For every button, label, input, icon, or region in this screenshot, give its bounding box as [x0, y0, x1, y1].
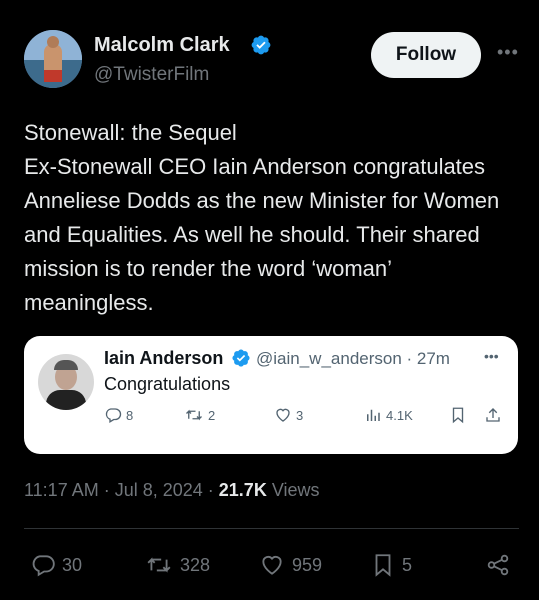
bookmark-button[interactable]: 5: [370, 552, 412, 578]
quoted-more-icon[interactable]: •••: [484, 348, 499, 364]
tweet-timestamp[interactable]: 11:17 AM · Jul 8, 2024 ·: [24, 480, 219, 500]
bookmark-icon: [375, 554, 391, 577]
views-count: 21.7K: [218, 480, 267, 500]
quoted-like-count: 3: [296, 407, 304, 423]
quoted-share-button[interactable]: [484, 406, 502, 424]
views-label: Views: [266, 480, 320, 500]
retweet-icon: [147, 557, 171, 573]
author-avatar[interactable]: [24, 30, 82, 88]
quoted-views-button[interactable]: 4.1K: [364, 406, 413, 424]
quoted-retweet-button[interactable]: 2: [184, 406, 215, 424]
reply-icon: [32, 555, 55, 577]
tweet-header: Malcolm Clark @TwisterFilm Follow •••: [24, 30, 524, 90]
quoted-like-button[interactable]: 3: [274, 406, 303, 424]
reply-count: 30: [62, 554, 83, 575]
verified-badge-icon: [232, 349, 250, 367]
share-button[interactable]: [484, 552, 512, 578]
views-chart-icon: [367, 409, 380, 421]
tweet-action-bar: 30 328 959 5: [24, 548, 519, 582]
share-network-icon: [487, 554, 509, 576]
author-handle[interactable]: @TwisterFilm: [94, 64, 209, 86]
more-options-icon[interactable]: •••: [497, 42, 519, 63]
retweet-button[interactable]: 328: [144, 552, 210, 578]
quoted-author-avatar[interactable]: [38, 354, 94, 410]
quoted-reply-count: 8: [126, 407, 134, 423]
quoted-action-bar: 8 2 3 4.1K: [104, 406, 504, 430]
divider: [24, 528, 519, 529]
quoted-bookmark-button[interactable]: [449, 406, 467, 424]
quoted-handle-time[interactable]: @iain_w_anderson · 27m: [256, 349, 450, 369]
bookmark-icon: [452, 407, 464, 424]
heart-icon: [262, 556, 282, 575]
share-icon: [486, 408, 500, 422]
like-button[interactable]: 959: [258, 552, 322, 578]
quoted-reply-button[interactable]: 8: [104, 406, 133, 424]
quoted-tweet-card[interactable]: Iain Anderson @iain_w_anderson · 27m •••…: [24, 336, 518, 454]
quoted-author-name[interactable]: Iain Anderson: [104, 348, 223, 369]
quoted-views-count: 4.1K: [386, 407, 413, 423]
bookmark-count: 5: [402, 554, 413, 575]
verified-badge-icon: [251, 35, 271, 55]
retweet-count: 328: [180, 554, 211, 575]
reply-button[interactable]: 30: [30, 552, 82, 578]
reply-icon: [105, 408, 122, 423]
retweet-icon: [186, 409, 202, 421]
like-count: 959: [292, 554, 323, 575]
author-name[interactable]: Malcolm Clark: [94, 34, 230, 57]
heart-icon: [276, 408, 290, 422]
quoted-retweet-count: 2: [208, 407, 216, 423]
follow-button[interactable]: Follow: [371, 32, 481, 78]
quoted-tweet-text: Congratulations: [104, 374, 231, 394]
tweet-text: Stonewall: the Sequel Ex-Stonewall CEO I…: [24, 120, 500, 315]
tweet-meta: 11:17 AM · Jul 8, 2024 · 21.7K Views: [24, 480, 320, 501]
